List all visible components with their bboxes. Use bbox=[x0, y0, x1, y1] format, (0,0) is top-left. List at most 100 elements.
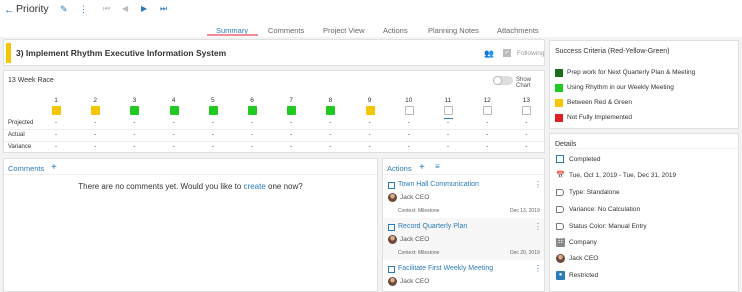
owner-row[interactable]: Jack CEO bbox=[556, 254, 736, 264]
action-checkbox[interactable] bbox=[388, 266, 395, 273]
week-value[interactable]: - bbox=[286, 144, 296, 150]
week-value[interactable]: - bbox=[90, 120, 100, 126]
week-value[interactable]: - bbox=[247, 132, 257, 138]
add-action-icon[interactable]: + bbox=[419, 162, 425, 173]
dates-row[interactable]: 📅 Tue, Oct 1, 2019 - Tue, Dec 31, 2019 bbox=[556, 171, 736, 181]
people-icon[interactable]: 👥 bbox=[484, 49, 494, 58]
week-status-box[interactable] bbox=[404, 106, 414, 115]
last-page-icon[interactable]: ⏭ bbox=[160, 4, 167, 14]
status-color-label: Status Color: Manual Entry bbox=[569, 223, 647, 230]
following-checkbox[interactable]: ✓ bbox=[503, 49, 511, 57]
action-checkbox[interactable] bbox=[388, 224, 395, 231]
checkbox-icon[interactable] bbox=[556, 155, 564, 163]
next-icon[interactable]: ▶ bbox=[141, 4, 147, 13]
action-title[interactable]: Record Quarterly Plan bbox=[398, 223, 467, 230]
company-row[interactable]: ☷ Company bbox=[556, 238, 736, 248]
tab-comments[interactable]: Comments bbox=[268, 26, 304, 35]
week-value[interactable]: - bbox=[325, 132, 335, 138]
week-value[interactable]: - bbox=[286, 120, 296, 126]
create-comment-link[interactable]: create bbox=[244, 182, 266, 191]
week-status-box[interactable] bbox=[444, 106, 453, 115]
week-value[interactable]: - bbox=[129, 120, 139, 126]
show-chart-toggle[interactable] bbox=[493, 76, 513, 85]
week-value[interactable]: - bbox=[521, 120, 531, 126]
tab-project-view[interactable]: Project View bbox=[323, 26, 365, 35]
action-item[interactable]: Town Hall Communication ⋮ Jack CEO Conte… bbox=[383, 176, 544, 218]
week-value[interactable]: - bbox=[129, 144, 139, 150]
week-value[interactable]: - bbox=[521, 144, 531, 150]
week-value[interactable]: - bbox=[443, 120, 453, 126]
action-item[interactable]: Facilitate First Weekly Meeting ⋮ Jack C… bbox=[383, 260, 544, 292]
week-value[interactable]: - bbox=[325, 144, 335, 150]
week-status-box[interactable] bbox=[365, 106, 375, 115]
week-status-box[interactable] bbox=[287, 106, 297, 115]
week-value[interactable]: - bbox=[51, 120, 61, 126]
week-value[interactable]: - bbox=[51, 144, 61, 150]
add-comment-icon[interactable]: + bbox=[51, 162, 57, 173]
avatar bbox=[388, 235, 397, 244]
week-value[interactable]: - bbox=[169, 120, 179, 126]
filter-icon[interactable]: ≡ bbox=[435, 162, 440, 171]
week-value[interactable]: - bbox=[208, 144, 218, 150]
tab-attachments[interactable]: Attachments bbox=[497, 26, 539, 35]
date-range: Tue, Oct 1, 2019 - Tue, Dec 31, 2019 bbox=[569, 172, 677, 179]
week-value[interactable]: - bbox=[208, 120, 218, 126]
week-status-box[interactable] bbox=[52, 106, 61, 115]
action-item[interactable]: Record Quarterly Plan ⋮ Jack CEO Context… bbox=[383, 218, 544, 260]
week-number: 10 bbox=[405, 97, 413, 104]
week-value[interactable]: - bbox=[90, 144, 100, 150]
tab-actions[interactable]: Actions bbox=[383, 26, 408, 35]
week-value[interactable]: - bbox=[169, 144, 179, 150]
week-status-box[interactable] bbox=[248, 106, 257, 115]
week-status-box[interactable] bbox=[522, 106, 532, 115]
kebab-icon[interactable]: ⋮ bbox=[534, 180, 542, 189]
week-value[interactable]: - bbox=[404, 144, 414, 150]
action-title[interactable]: Facilitate First Weekly Meeting bbox=[398, 265, 493, 272]
week-value[interactable]: - bbox=[365, 132, 375, 138]
week-value[interactable]: - bbox=[404, 120, 414, 126]
action-checkbox[interactable] bbox=[388, 182, 395, 189]
kebab-icon[interactable]: ⋮ bbox=[534, 264, 542, 273]
week-status-box[interactable] bbox=[130, 106, 140, 115]
previous-icon[interactable]: ◀ bbox=[122, 4, 128, 13]
week-value[interactable]: - bbox=[286, 132, 296, 138]
kebab-icon[interactable]: ⋮ bbox=[534, 222, 542, 231]
week-value[interactable]: - bbox=[90, 132, 100, 138]
arrow-left-icon[interactable]: ← bbox=[4, 4, 15, 16]
week-value[interactable]: - bbox=[247, 144, 257, 150]
week-value[interactable]: - bbox=[51, 132, 61, 138]
empty-text-suffix: one now? bbox=[265, 182, 303, 191]
week-value[interactable]: - bbox=[521, 132, 531, 138]
week-value[interactable]: - bbox=[404, 132, 414, 138]
first-page-icon[interactable]: ⏮ bbox=[103, 4, 110, 14]
week-value[interactable]: - bbox=[482, 120, 492, 126]
status-color-row[interactable]: Status Color: Manual Entry bbox=[556, 222, 736, 232]
variance-row[interactable]: Variance: No Calculation bbox=[556, 205, 736, 215]
week-value[interactable]: - bbox=[325, 120, 335, 126]
pencil-icon[interactable]: ✎ bbox=[60, 4, 68, 15]
week-value[interactable]: - bbox=[443, 132, 453, 138]
week-status-box[interactable] bbox=[208, 106, 218, 115]
week-value[interactable]: - bbox=[482, 132, 492, 138]
week-value[interactable]: - bbox=[365, 120, 375, 126]
week-value[interactable]: - bbox=[169, 132, 179, 138]
week-status-box[interactable] bbox=[483, 106, 493, 115]
week-value[interactable]: - bbox=[443, 144, 453, 150]
kebab-icon[interactable]: ⋮ bbox=[79, 4, 88, 15]
completed-row[interactable]: Completed bbox=[556, 155, 736, 165]
week-value[interactable]: - bbox=[247, 120, 257, 126]
type-row[interactable]: Type: Standalone bbox=[556, 188, 736, 198]
week-value[interactable]: - bbox=[482, 144, 492, 150]
actions-title[interactable]: Actions bbox=[387, 164, 412, 173]
week-status-box[interactable] bbox=[91, 106, 101, 115]
week-value[interactable]: - bbox=[208, 132, 218, 138]
tab-planning-notes[interactable]: Planning Notes bbox=[428, 26, 479, 35]
week-status-box[interactable] bbox=[326, 106, 336, 115]
week-status-box[interactable] bbox=[169, 106, 179, 115]
comments-title[interactable]: Comments bbox=[8, 164, 44, 173]
week-value[interactable]: - bbox=[129, 132, 139, 138]
week-number: 5 bbox=[210, 97, 215, 104]
action-title[interactable]: Town Hall Communication bbox=[398, 181, 479, 188]
restricted-row[interactable]: ● Restricted bbox=[556, 271, 736, 281]
week-value[interactable]: - bbox=[365, 144, 375, 150]
